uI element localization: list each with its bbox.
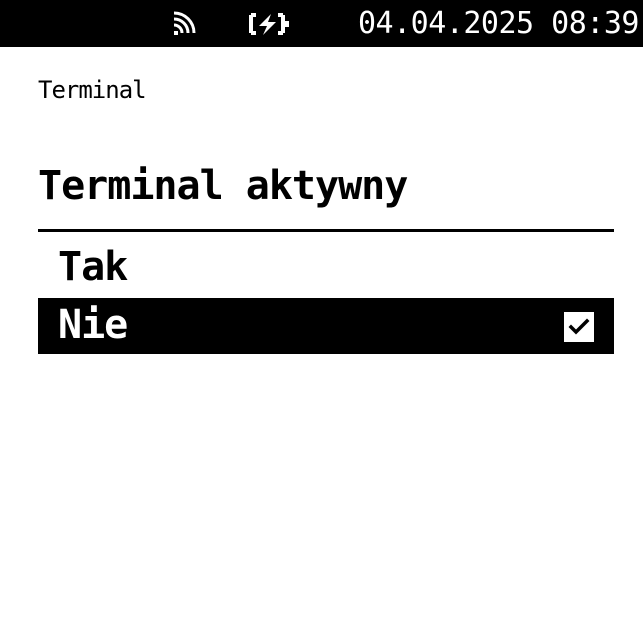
option-label: Nie <box>58 302 128 348</box>
breadcrumb: Terminal <box>38 76 147 104</box>
battery-charging-icon <box>247 10 291 38</box>
option-nie[interactable]: Nie <box>38 298 614 354</box>
checkmark-icon <box>564 312 594 342</box>
wifi-icon <box>168 10 198 38</box>
divider <box>38 229 614 232</box>
status-bar: 04.04.2025 08:39 <box>0 0 643 47</box>
option-label: Tak <box>58 244 128 290</box>
datetime: 04.04.2025 08:39 <box>358 6 639 41</box>
option-tak[interactable]: Tak <box>38 240 614 296</box>
page-title: Terminal aktywny <box>38 163 408 209</box>
